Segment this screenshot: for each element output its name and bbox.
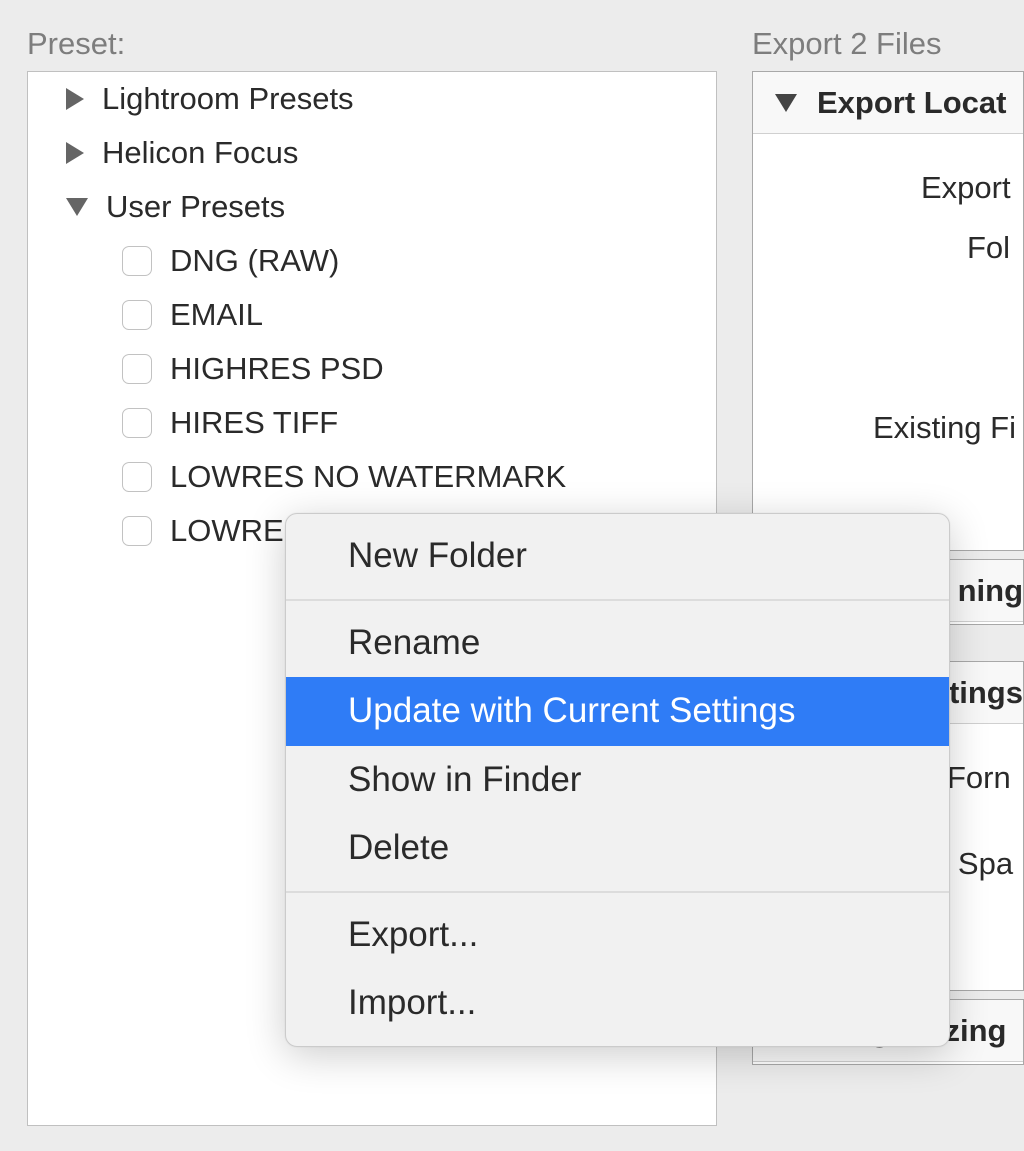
menu-import[interactable]: Import... [286, 969, 949, 1038]
menu-export[interactable]: Export... [286, 901, 949, 970]
preset-context-menu: New Folder Rename Update with Current Se… [285, 513, 950, 1047]
menu-separator [286, 891, 949, 893]
preset-group-label: Lightroom Presets [102, 81, 354, 117]
export-to-label: Export [753, 158, 1023, 218]
preset-item-label: DNG (RAW) [170, 243, 339, 279]
preset-item-label: HIGHRES PSD [170, 351, 384, 387]
preset-item-label: HIRES TIFF [170, 405, 338, 441]
preset-label: Preset: [27, 26, 125, 62]
panel-title: ning [958, 573, 1023, 609]
menu-new-folder[interactable]: New Folder [286, 522, 949, 591]
export-count-label: Export 2 Files [752, 26, 942, 62]
preset-group-label: User Presets [106, 189, 285, 225]
menu-separator [286, 599, 949, 601]
disclosure-right-icon [66, 142, 84, 164]
disclosure-right-icon [66, 88, 84, 110]
preset-group-label: Helicon Focus [102, 135, 298, 171]
preset-group-user[interactable]: User Presets [28, 180, 716, 234]
preset-item-label: EMAIL [170, 297, 263, 333]
preset-item-dng[interactable]: DNG (RAW) [28, 234, 716, 288]
menu-delete[interactable]: Delete [286, 814, 949, 883]
preset-item-label: LOWRES NO WATERMARK [170, 459, 566, 495]
export-location-panel: Export Locat Export Fol Existing Fi [752, 71, 1024, 551]
menu-update-current-settings[interactable]: Update with Current Settings [286, 677, 949, 746]
preset-group-lightroom[interactable]: Lightroom Presets [28, 72, 716, 126]
preset-item-email[interactable]: EMAIL [28, 288, 716, 342]
disclosure-down-icon [66, 198, 88, 216]
export-folder-label: Fol [753, 218, 1023, 278]
checkbox-icon[interactable] [122, 462, 152, 492]
menu-show-in-finder[interactable]: Show in Finder [286, 746, 949, 815]
panel-title: Export Locat [817, 85, 1006, 121]
export-location-header[interactable]: Export Locat [753, 72, 1023, 134]
menu-rename[interactable]: Rename [286, 609, 949, 678]
checkbox-icon[interactable] [122, 300, 152, 330]
preset-item-highres-psd[interactable]: HIGHRES PSD [28, 342, 716, 396]
export-location-body: Export Fol Existing Fi [753, 134, 1023, 482]
panel-title: tings [949, 675, 1023, 711]
checkbox-icon[interactable] [122, 516, 152, 546]
checkbox-icon[interactable] [122, 354, 152, 384]
existing-files-label: Existing Fi [753, 398, 1023, 458]
checkbox-icon[interactable] [122, 408, 152, 438]
checkbox-icon[interactable] [122, 246, 152, 276]
preset-group-helicon[interactable]: Helicon Focus [28, 126, 716, 180]
preset-item-hires-tiff[interactable]: HIRES TIFF [28, 396, 716, 450]
disclosure-down-icon [775, 94, 797, 112]
preset-item-lowres-no-watermark[interactable]: LOWRES NO WATERMARK [28, 450, 716, 504]
